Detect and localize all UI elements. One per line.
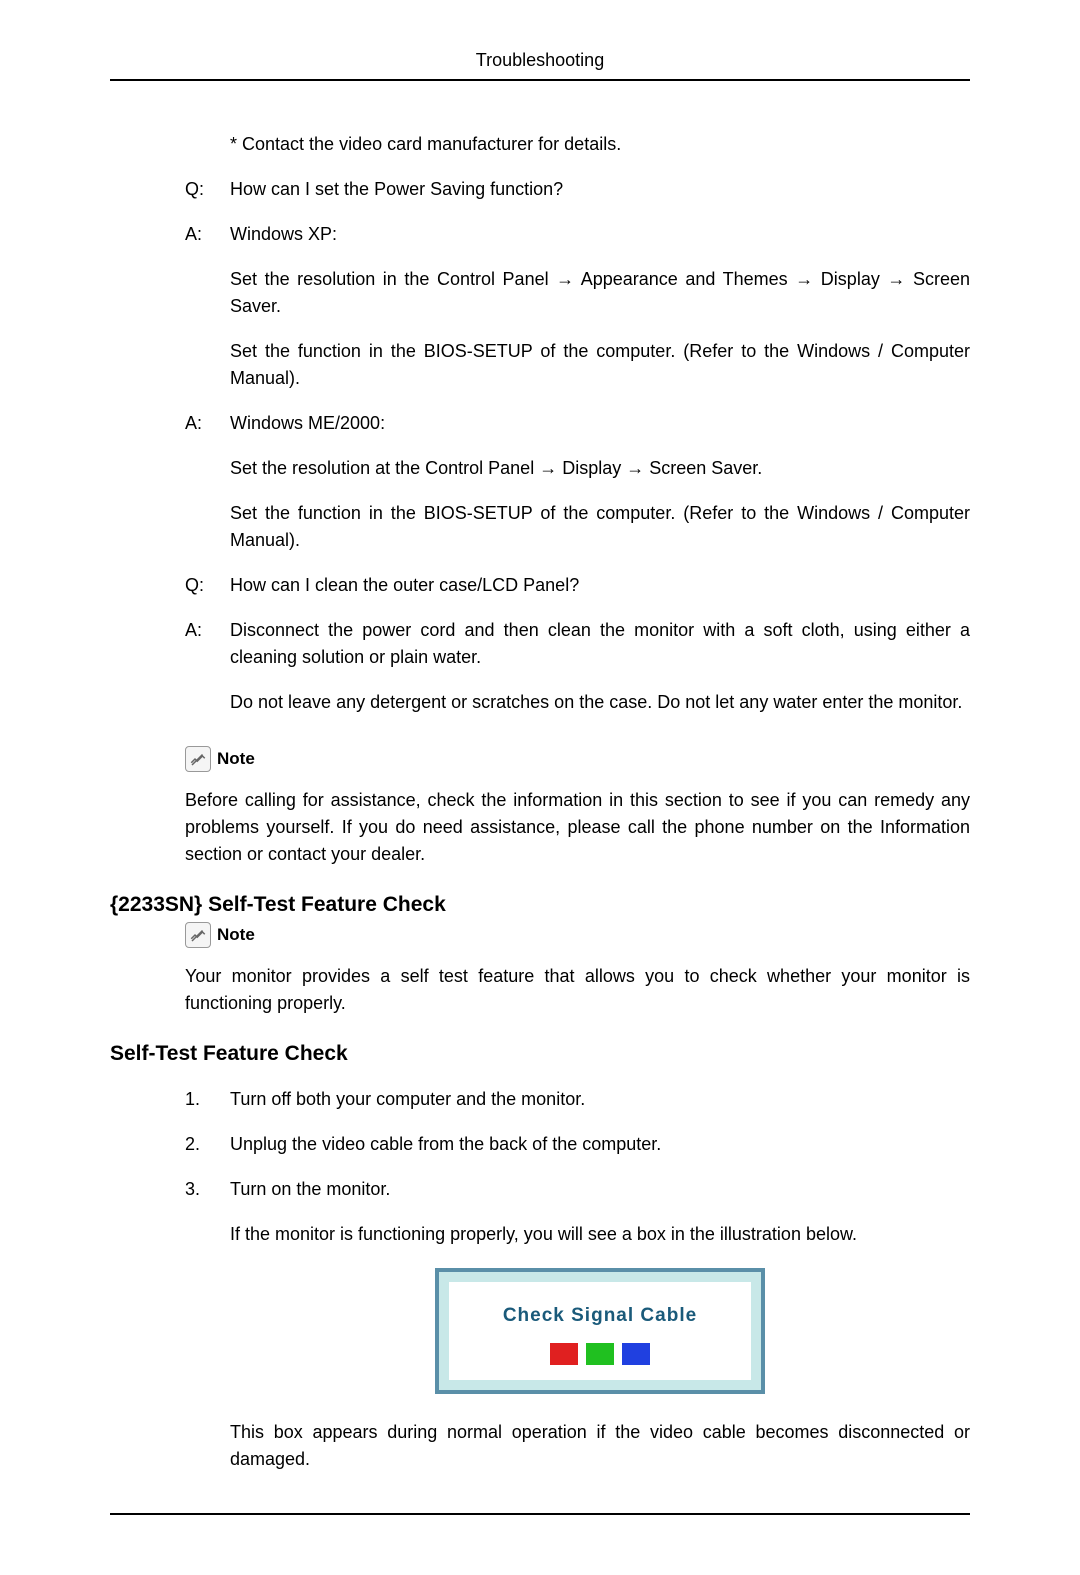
qa-para: How can I set the Power Saving function? — [230, 176, 970, 203]
qa-content: Windows XP: Set the resolution in the Co… — [230, 221, 970, 392]
note-text: Before calling for assistance, check the… — [185, 787, 970, 868]
qa-label: A: — [110, 617, 230, 716]
step-number: 3. — [185, 1176, 230, 1473]
check-signal-inner: Check Signal Cable — [449, 1282, 751, 1380]
qa-para: Disconnect the power cord and then clean… — [230, 617, 970, 671]
note-icon — [185, 746, 211, 772]
qa-para: Windows ME/2000: — [230, 410, 970, 437]
qa-para: How can I clean the outer case/LCD Panel… — [230, 572, 970, 599]
step-para: Unplug the video cable from the back of … — [230, 1131, 970, 1158]
check-signal-text: Check Signal Cable — [459, 1302, 741, 1331]
step-row: 3. Turn on the monitor. If the monitor i… — [185, 1176, 970, 1473]
note-text: Your monitor provides a self test featur… — [185, 963, 970, 1017]
qa-label: Q: — [110, 176, 230, 203]
section-heading: Self-Test Feature Check — [110, 1042, 970, 1066]
qa-content: Windows ME/2000: Set the resolution at t… — [230, 410, 970, 554]
qa-content: * Contact the video card manufacturer fo… — [230, 131, 970, 158]
note-header: Note — [185, 922, 970, 948]
rgb-squares — [459, 1343, 741, 1365]
qa-para: Set the resolution in the Control Panel … — [230, 266, 970, 320]
step-row: 2. Unplug the video cable from the back … — [185, 1131, 970, 1158]
page-header-title: Troubleshooting — [110, 50, 970, 81]
note-icon — [185, 922, 211, 948]
step-para: Turn on the monitor. — [230, 1176, 970, 1203]
check-signal-cable-box: Check Signal Cable — [435, 1268, 765, 1394]
step-para: Turn off both your computer and the moni… — [230, 1086, 970, 1113]
step-para: This box appears during normal operation… — [230, 1419, 970, 1473]
footer-divider — [110, 1513, 970, 1515]
qa-content: How can I set the Power Saving function? — [230, 176, 970, 203]
step-para: If the monitor is functioning properly, … — [230, 1221, 970, 1248]
green-square-icon — [586, 1343, 614, 1365]
qa-para: Do not leave any detergent or scratches … — [230, 689, 970, 716]
note-block: Note Your monitor provides a self test f… — [185, 922, 970, 1017]
qa-row: Q: How can I set the Power Saving functi… — [110, 176, 970, 203]
qa-label — [110, 131, 230, 158]
qa-row: * Contact the video card manufacturer fo… — [110, 131, 970, 158]
note-block: Note Before calling for assistance, chec… — [185, 746, 970, 868]
section-heading: {2233SN} Self-Test Feature Check — [110, 893, 970, 917]
qa-label: Q: — [110, 572, 230, 599]
qa-para: * Contact the video card manufacturer fo… — [230, 131, 970, 158]
step-row: 1. Turn off both your computer and the m… — [185, 1086, 970, 1113]
qa-content: How can I clean the outer case/LCD Panel… — [230, 572, 970, 599]
step-content: Unplug the video cable from the back of … — [230, 1131, 970, 1158]
note-label: Note — [217, 749, 255, 769]
note-header: Note — [185, 746, 970, 772]
note-label: Note — [217, 925, 255, 945]
qa-para: Set the resolution at the Control Panel … — [230, 455, 970, 482]
qa-label: A: — [110, 221, 230, 392]
step-content: Turn off both your computer and the moni… — [230, 1086, 970, 1113]
step-number: 2. — [185, 1131, 230, 1158]
step-number: 1. — [185, 1086, 230, 1113]
step-content: Turn on the monitor. If the monitor is f… — [230, 1176, 970, 1473]
qa-content: Disconnect the power cord and then clean… — [230, 617, 970, 716]
qa-para: Set the function in the BIOS-SETUP of th… — [230, 500, 970, 554]
blue-square-icon — [622, 1343, 650, 1365]
qa-row: A: Windows XP: Set the resolution in the… — [110, 221, 970, 392]
qa-label: A: — [110, 410, 230, 554]
red-square-icon — [550, 1343, 578, 1365]
qa-row: A: Windows ME/2000: Set the resolution a… — [110, 410, 970, 554]
qa-para: Windows XP: — [230, 221, 970, 248]
qa-row: A: Disconnect the power cord and then cl… — [110, 617, 970, 716]
qa-row: Q: How can I clean the outer case/LCD Pa… — [110, 572, 970, 599]
qa-para: Set the function in the BIOS-SETUP of th… — [230, 338, 970, 392]
